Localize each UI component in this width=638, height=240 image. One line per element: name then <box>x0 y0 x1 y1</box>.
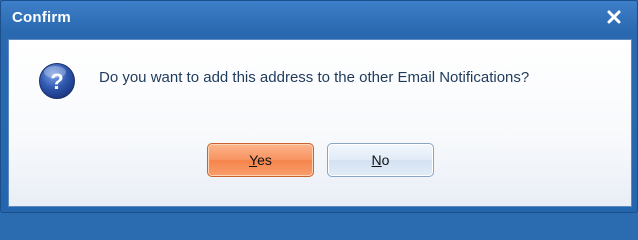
question-icon: ? <box>38 62 76 100</box>
dialog-title: Confirm <box>12 9 71 26</box>
yes-button[interactable]: Yes <box>207 143 314 177</box>
dialog-body: ? Do you want to add this address to the… <box>8 39 632 207</box>
no-button-label: No <box>372 152 390 168</box>
no-button[interactable]: No <box>327 143 434 177</box>
yes-button-label: Yes <box>249 152 272 168</box>
no-label-rest: o <box>381 152 390 168</box>
svg-text:?: ? <box>50 69 63 94</box>
no-mnemonic: N <box>371 152 382 168</box>
yes-label-rest: es <box>257 152 272 168</box>
title-bar[interactable]: Confirm <box>1 1 637 37</box>
yes-mnemonic: Y <box>249 152 258 168</box>
confirm-dialog: Confirm ? Do you want to add this addres… <box>0 0 638 213</box>
confirm-message: Do you want to add this address to the o… <box>99 69 530 86</box>
close-icon[interactable] <box>603 6 625 28</box>
